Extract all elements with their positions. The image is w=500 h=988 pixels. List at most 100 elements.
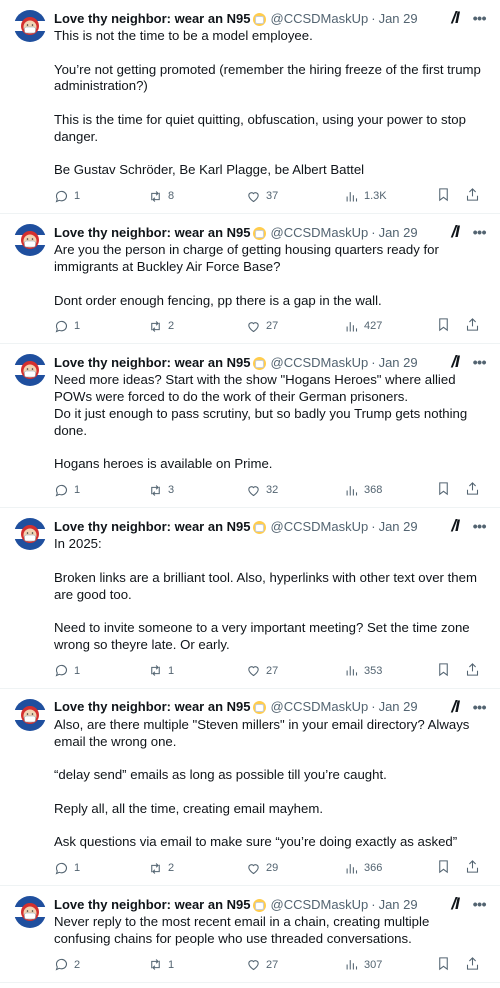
views-button[interactable]: 1.3K — [344, 189, 408, 204]
bookmark-button[interactable] — [436, 317, 451, 335]
tweet[interactable]: Love thy neighbor: wear an N95 @CCSDMask… — [0, 0, 500, 215]
author-handle[interactable]: @CCSDMaskUp — [271, 11, 369, 26]
share-icon — [466, 662, 479, 676]
views-icon — [346, 485, 358, 496]
more-icon[interactable]: ••• — [473, 699, 487, 715]
like-count: 27 — [266, 958, 279, 971]
tweet-text-line: In 2025: — [54, 536, 102, 552]
tweet-date[interactable]: Jan 29 — [379, 355, 418, 370]
share-button[interactable] — [465, 662, 480, 680]
reply-button[interactable]: 1 — [54, 189, 120, 204]
tweet-text-line: You’re not getting promoted (remember th… — [54, 61, 481, 94]
tweet[interactable]: Love thy neighbor: wear an N95 @CCSDMask… — [0, 214, 500, 345]
author-name[interactable]: Love thy neighbor: wear an N95 — [54, 897, 251, 912]
tweet-header: Love thy neighbor: wear an N95 @CCSDMask… — [54, 894, 487, 914]
avatar[interactable] — [14, 224, 46, 257]
tweet-date[interactable]: Jan 29 — [379, 699, 418, 714]
like-button[interactable]: 32 — [246, 483, 316, 498]
bookmark-icon — [439, 860, 448, 874]
grok-icon[interactable]: /I — [451, 222, 460, 242]
more-icon[interactable]: ••• — [473, 224, 487, 240]
more-icon[interactable]: ••• — [473, 518, 487, 534]
retweet-button[interactable]: 1 — [148, 957, 218, 972]
bookmark-button[interactable] — [436, 481, 451, 499]
avatar[interactable] — [14, 698, 46, 731]
tweet[interactable]: Love thy neighbor: wear an N95 @CCSDMask… — [0, 344, 500, 509]
grok-icon[interactable]: /I — [451, 352, 460, 372]
tweet-blank-line — [54, 95, 486, 112]
tweet[interactable]: Love thy neighbor: wear an N95 @CCSDMask… — [0, 689, 500, 887]
like-button[interactable]: 29 — [246, 861, 316, 876]
author-handle[interactable]: @CCSDMaskUp — [271, 519, 369, 534]
avatar[interactable] — [14, 518, 46, 551]
share-button[interactable] — [465, 956, 480, 974]
share-button[interactable] — [465, 317, 480, 335]
heart-icon — [248, 322, 259, 332]
author-name[interactable]: Love thy neighbor: wear an N95 — [54, 355, 251, 370]
retweet-button[interactable]: 2 — [148, 319, 218, 334]
like-button[interactable]: 27 — [246, 663, 316, 678]
reply-button[interactable]: 2 — [54, 957, 120, 972]
avatar[interactable] — [14, 354, 46, 387]
avatar[interactable] — [14, 896, 46, 929]
author-handle[interactable]: @CCSDMaskUp — [271, 355, 369, 370]
avatar[interactable] — [14, 10, 46, 42]
reply-icon — [55, 320, 67, 333]
author-handle[interactable]: @CCSDMaskUp — [271, 897, 369, 912]
views-icon — [346, 321, 358, 332]
tweet-date[interactable]: Jan 29 — [379, 11, 418, 26]
tweet-text-line: Ask questions via email to make sure “yo… — [54, 834, 458, 850]
views-button[interactable]: 307 — [344, 957, 408, 972]
author-name[interactable]: Love thy neighbor: wear an N95 — [54, 225, 251, 240]
reply-button[interactable]: 1 — [54, 861, 120, 876]
grok-icon[interactable]: /I — [451, 8, 460, 28]
author-handle[interactable]: @CCSDMaskUp — [271, 699, 369, 714]
tweet-body: Never reply to the most recent email in … — [54, 914, 486, 948]
tweet-text-line: Also, are there multiple "Steven millers… — [54, 716, 470, 749]
tweet-body: In 2025: Broken links are a brilliant too… — [54, 536, 486, 654]
more-icon[interactable]: ••• — [473, 354, 487, 370]
tweet-date[interactable]: Jan 29 — [379, 225, 418, 240]
tweet[interactable]: Love thy neighbor: wear an N95 @CCSDMask… — [0, 886, 500, 983]
tweet[interactable]: Love thy neighbor: wear an N95 @CCSDMask… — [0, 508, 500, 689]
bookmark-button[interactable] — [436, 662, 451, 680]
like-button[interactable]: 27 — [246, 319, 316, 334]
author-name[interactable]: Love thy neighbor: wear an N95 — [54, 11, 251, 26]
reply-button[interactable]: 1 — [54, 319, 120, 334]
views-button[interactable]: 368 — [344, 483, 408, 498]
reply-button[interactable]: 1 — [54, 663, 120, 678]
reply-button[interactable]: 1 — [54, 483, 120, 498]
bookmark-button[interactable] — [436, 187, 451, 205]
grok-icon[interactable]: /I — [451, 516, 460, 536]
views-button[interactable]: 353 — [344, 663, 408, 678]
like-button[interactable]: 27 — [246, 957, 316, 972]
retweet-button[interactable]: 2 — [148, 861, 218, 876]
share-icon — [466, 188, 479, 201]
grok-icon[interactable]: /I — [451, 697, 460, 717]
retweet-count: 3 — [168, 484, 175, 497]
tweet-date[interactable]: Jan 29 — [379, 897, 418, 912]
share-button[interactable] — [465, 859, 480, 877]
author-handle[interactable]: @CCSDMaskUp — [271, 225, 369, 240]
share-button[interactable] — [465, 187, 480, 205]
author-name[interactable]: Love thy neighbor: wear an N95 — [54, 519, 251, 534]
tweet-actions: 2 1 27 307 — [54, 948, 486, 982]
like-button[interactable]: 37 — [246, 189, 316, 204]
views-button[interactable]: 366 — [344, 861, 408, 876]
more-icon[interactable]: ••• — [473, 896, 487, 912]
tweet-date[interactable]: Jan 29 — [379, 519, 418, 534]
reply-count: 1 — [74, 862, 81, 875]
tweet-text-line: Broken links are a brilliant tool. Also,… — [54, 569, 477, 602]
share-icon — [466, 956, 479, 970]
grok-icon[interactable]: /I — [451, 894, 460, 914]
author-name[interactable]: Love thy neighbor: wear an N95 — [54, 699, 251, 714]
bookmark-button[interactable] — [436, 859, 451, 877]
share-button[interactable] — [465, 481, 480, 499]
views-button[interactable]: 427 — [344, 319, 408, 334]
retweet-button[interactable]: 8 — [148, 189, 218, 204]
retweet-button[interactable]: 3 — [148, 483, 218, 498]
bookmark-button[interactable] — [436, 956, 451, 974]
retweet-button[interactable]: 1 — [148, 663, 218, 678]
more-icon[interactable]: ••• — [473, 10, 487, 26]
share-icon — [466, 318, 479, 332]
